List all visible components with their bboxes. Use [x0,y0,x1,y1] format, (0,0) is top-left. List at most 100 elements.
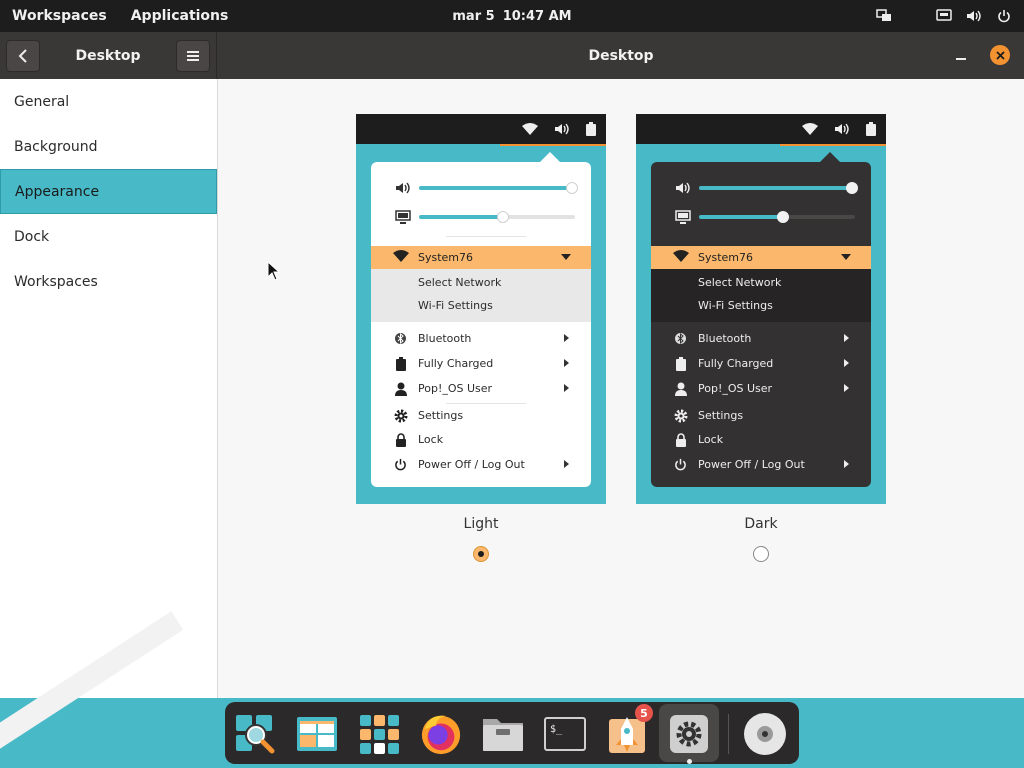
chevron-down-icon [841,254,851,260]
gear-icon [394,409,407,422]
notification-badge: 5 [635,704,653,722]
back-icon [18,49,27,63]
lock-label: Lock [418,432,444,446]
preview-network-submenu: Select Network Wi-Fi Settings [371,269,591,322]
mouse-cursor-icon [267,261,281,281]
applications-icon[interactable] [357,712,401,756]
settings-window: Desktop Desktop General Background Appea… [0,32,1024,698]
sidebar-item-background[interactable]: Background [0,124,217,169]
bluetooth-icon [395,332,406,345]
user-icon [674,382,687,396]
page-title: Desktop [588,47,654,64]
volume-icon[interactable] [966,8,982,24]
volume-slider [395,178,578,198]
minimize-button[interactable] [950,44,972,66]
volume-slider [675,178,858,198]
preview-top-bar [356,114,606,144]
power-icon [395,458,406,471]
sidebar-item-label: Background [14,138,98,155]
sidebar-item-workspaces[interactable]: Workspaces [0,259,217,304]
settings-row: Settings [651,404,871,426]
files-icon[interactable] [481,712,525,756]
sidebar-item-dock[interactable]: Dock [0,214,217,259]
pop-shop-icon[interactable]: 5 [605,704,653,756]
user-row: Pop!_OS User [371,377,591,399]
power-icon [675,458,686,471]
select-network-item: Select Network [698,276,782,289]
sidebar-title: Desktop [75,47,141,64]
settings-label: Settings [698,408,744,422]
workspaces-button[interactable]: Workspaces [12,8,107,24]
close-button[interactable] [990,45,1010,65]
disc-icon[interactable] [743,712,787,756]
volume-icon [676,182,690,194]
dark-theme-preview[interactable]: System76 Select Network Wi-Fi Settings B… [636,114,886,504]
header-bar: Desktop Desktop [0,32,1024,79]
battery-row: Fully Charged [371,352,591,374]
network-wired-icon[interactable] [936,8,952,24]
preview-system-menu: System76 Select Network Wi-Fi Settings B… [371,162,591,487]
time-label: 10:47 AM [502,8,572,24]
display-icon [395,210,411,224]
sidebar: General Background Appearance Dock Works… [0,79,218,698]
preview-top-bar [636,114,886,144]
preview-menu-arrow [540,152,560,162]
terminal-icon[interactable]: $_ [543,712,587,756]
search-icon[interactable] [233,712,277,756]
preview-indicator [780,144,886,146]
power-row: Power Off / Log Out [371,453,591,475]
wifi-icon [393,250,409,262]
network-name: System76 [698,251,754,264]
volume-icon [396,182,410,194]
user-label: Pop!_OS User [418,381,493,395]
chevron-right-icon [564,359,569,367]
svg-text:$_: $_ [550,724,563,735]
power-row: Power Off / Log Out [651,453,871,475]
volume-icon [835,123,849,135]
light-theme-preview[interactable]: System76 Select Network Wi-Fi Settings B… [356,114,606,504]
firefox-icon[interactable] [419,712,463,756]
lock-label: Lock [698,432,724,446]
preview-network-row: System76 [371,246,591,269]
network-name: System76 [418,251,474,264]
dark-theme-radio[interactable] [753,546,769,562]
sidebar-item-appearance[interactable]: Appearance [0,169,217,214]
select-network-item: Select Network [418,276,502,289]
chevron-right-icon [844,460,849,468]
display-icon [675,210,691,224]
top-bar: Workspaces Applications mar 5 10:47 AM [0,0,1024,32]
settings-icon[interactable] [667,712,711,756]
light-theme-radio[interactable] [473,546,489,562]
dark-theme-label: Dark [744,516,778,532]
sidebar-item-general[interactable]: General [0,79,217,124]
sidebar-item-label: Appearance [15,183,100,200]
chevron-right-icon [844,384,849,392]
chevron-right-icon [564,334,569,342]
lock-row: Lock [371,428,591,450]
dock-separator [728,714,729,754]
sidebar-item-label: Dock [14,228,50,245]
back-button[interactable] [6,40,40,72]
battery-icon [675,356,686,371]
applications-button[interactable]: Applications [131,8,229,24]
bluetooth-label: Bluetooth [418,331,472,345]
wifi-settings-item: Wi-Fi Settings [698,299,773,312]
user-row: Pop!_OS User [651,377,871,399]
window-tiling-icon[interactable] [876,8,892,24]
hamburger-icon [187,51,199,61]
power-icon[interactable] [996,8,1012,24]
battery-icon [586,122,596,136]
chevron-right-icon [564,460,569,468]
appearance-panel: System76 Select Network Wi-Fi Settings B… [218,79,1024,698]
bluetooth-row: Bluetooth [371,327,591,349]
workspaces-icon[interactable] [295,712,339,756]
gear-icon [674,409,687,422]
chevron-right-icon [844,359,849,367]
preview-menu-arrow [820,152,840,162]
bluetooth-label: Bluetooth [698,331,752,345]
preview-system-menu: System76 Select Network Wi-Fi Settings B… [651,162,871,487]
menu-button[interactable] [176,40,210,72]
user-icon [394,382,407,396]
battery-row: Fully Charged [651,352,871,374]
battery-label: Fully Charged [698,356,774,370]
